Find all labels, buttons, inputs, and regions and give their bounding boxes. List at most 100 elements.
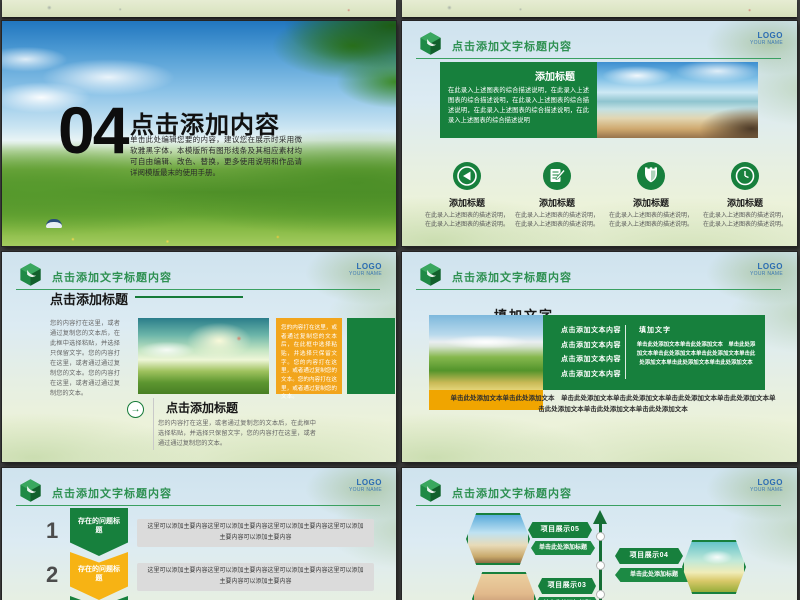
row-number: 2 [46, 562, 58, 588]
logo: LOGO YOUR NAME [750, 479, 783, 493]
list-item: 点击添加文本内容 [561, 368, 621, 383]
column-desc: 在此录入上述图表的描述说明，在此录入上述图表的描述说明。 [513, 212, 601, 230]
column-desc: 在此录入上述图表的描述说明，在此录入上述图表的描述说明。 [701, 212, 789, 230]
slide-thumbnail-section-04[interactable]: 04 点击添加内容 单击此处编辑您要的内容，建议您在展示时采用微软雅黑字体，本模… [2, 21, 396, 246]
cube-logo-icon [17, 261, 44, 288]
header-title: 点击添加文字标题内容 [452, 269, 572, 285]
timeline-item-label: 项目展示05 [528, 522, 592, 538]
column-title: 添加标题 [513, 196, 601, 209]
green-accent-box [347, 318, 395, 394]
row-text-bar: 这里可以添加主要内容这里可以添加主要内容这里可以添加主要内容这里可以添加主要内容… [137, 519, 374, 547]
logo-subtext: YOUR NAME [750, 488, 783, 494]
hexagon-photo-beach [466, 513, 530, 565]
icon-column-3: 添加标题 在此录入上述图表的描述说明，在此录入上述图表的描述说明。 [607, 161, 695, 230]
logo-text: LOGO [750, 32, 783, 41]
timeline-arrowhead-icon [593, 510, 607, 524]
cube-logo-icon [417, 477, 444, 504]
bottom-paragraph: 单击此处添加文本单击此处添加文本 单击此处添加文本单击此处添加文本单击此处添加文… [450, 394, 776, 415]
column-title: 添加标题 [423, 196, 511, 209]
slide-thumbnail-text-photo[interactable]: 点击添加文字标题内容 LOGO YOUR NAME 点击添加标题 您的内容打在这… [2, 252, 396, 462]
section-body-text: 单击此处编辑您要的内容，建议您在展示时采用微软雅黑字体，本模版所有图形线条及其相… [130, 135, 302, 179]
header-title: 点击添加文字标题内容 [52, 269, 172, 285]
orange-text-box: 您的内容打在这里，或者通过复制您的文本后，在此框中选择粘贴，并选择只保留文字。您… [276, 318, 342, 394]
prev-slide-bottom-right[interactable] [402, 0, 797, 17]
timeline-node [596, 532, 605, 541]
timeline-node [596, 561, 605, 570]
edit-icon [542, 161, 572, 191]
hexagon-photo-bridge [472, 572, 536, 600]
header-title: 点击添加文字标题内容 [452, 485, 572, 501]
icon-column-1: 添加标题 在此录入上述图表的描述说明，在此录入上述图表的描述说明。 [423, 161, 511, 230]
panel-title: 添加标题 [448, 68, 589, 83]
clock-icon [730, 161, 760, 191]
slide-thumbnail-green-panel[interactable]: 点击添加文字标题内容 LOGO YOUR NAME 填加文字 点击添加文本内容 … [402, 252, 797, 462]
logo-text: LOGO [750, 479, 783, 488]
logo-subtext: YOUR NAME [750, 272, 783, 278]
shield-icon [636, 161, 666, 191]
logo-subtext: YOUR NAME [750, 41, 783, 47]
list-item: 点击添加文本内容 [561, 339, 621, 354]
logo-text: LOGO [349, 263, 382, 272]
arrow-circle-icon: → [127, 401, 144, 418]
timeline-node [596, 590, 605, 599]
column-desc: 在此录入上述图表的描述说明，在此录入上述图表的描述说明。 [423, 212, 511, 230]
column-desc: 在此录入上述图表的描述说明，在此录入上述图表的描述说明。 [607, 212, 695, 230]
header-underline [416, 505, 781, 506]
slide-grid: 04 点击添加内容 单击此处编辑您要的内容，建议您在展示时采用微软雅黑字体，本模… [0, 0, 800, 600]
cube-logo-icon [417, 261, 444, 288]
balloon-field-photo [138, 318, 269, 394]
logo-text: LOGO [750, 263, 783, 272]
content-heading: 点击添加标题 [50, 289, 128, 308]
yurt-graphic [46, 219, 62, 228]
cube-logo-icon [17, 477, 44, 504]
panel-body: 在此录入上述图表的综合描述说明，在此录入上述图表的综合描述说明，在此录入上述图表… [448, 86, 589, 126]
column-title: 添加标题 [607, 196, 695, 209]
logo-subtext: YOUR NAME [349, 488, 382, 494]
header-underline [416, 58, 781, 59]
beach-photo [597, 62, 758, 138]
header-title: 点击添加文字标题内容 [452, 38, 572, 54]
column-title: 添加标题 [701, 196, 789, 209]
logo: LOGO YOUR NAME [750, 32, 783, 46]
row-text-bar: 这里可以添加主要内容这里可以添加主要内容这里可以添加主要内容这里可以添加主要内容… [137, 563, 374, 591]
timeline-item-label: 项目展示03 [538, 578, 596, 594]
icon-column-2: 添加标题 在此录入上述图表的描述说明，在此录入上述图表的描述说明。 [513, 161, 601, 230]
panel-divider [625, 325, 626, 379]
yellow-chevron-banner: 存在的问题标题 [70, 552, 128, 600]
bottom-heading: 点击添加标题 [166, 399, 238, 416]
logo-subtext: YOUR NAME [349, 272, 382, 278]
hexagon-photo-sky [682, 540, 746, 594]
timeline-item-subtitle: 单击此处添加标题 [531, 541, 595, 555]
slide-thumbnail-problem-list[interactable]: 点击添加文字标题内容 LOGO YOUR NAME 1 存在的问题标题 这里可以… [2, 468, 396, 600]
header-underline [16, 505, 380, 506]
vertical-divider [153, 398, 154, 450]
bottom-paragraph: 您的内容打在这里，或者通过复制您的文本后，在此框中选择粘贴，并选择只保留文字，您… [158, 419, 316, 449]
icon-column-4: 添加标题 在此录入上述图表的描述说明，在此录入上述图表的描述说明。 [701, 161, 789, 230]
section-number: 04 [58, 97, 127, 163]
timeline-item-label: 项目展示04 [615, 548, 683, 564]
bullet-list: 点击添加文本内容 点击添加文本内容 点击添加文本内容 点击添加文本内容 [561, 324, 621, 382]
list-item: 点击添加文本内容 [561, 353, 621, 368]
green-description-panel: 添加标题 在此录入上述图表的综合描述说明，在此录入上述图表的综合描述说明，在此录… [440, 62, 597, 138]
panel-paragraph: 单击此处添加文本单击此处添加文本 单击此处添加文本单击此处添加文本单击此处添加文… [635, 341, 757, 369]
left-paragraph: 您的内容打在这里，或者通过复制您的文本后，在此框中选择粘贴，并选择只保留文字。您… [50, 319, 120, 399]
cube-logo-icon [417, 30, 444, 57]
heading-rule [135, 296, 243, 298]
header-title: 点击添加文字标题内容 [52, 485, 172, 501]
slide-thumbnail-project-timeline[interactable]: 点击添加文字标题内容 LOGO YOUR NAME 项目展示05 单击此处添加标… [402, 468, 797, 600]
prev-slide-bottom-left[interactable] [2, 0, 396, 17]
logo-text: LOGO [349, 479, 382, 488]
play-icon [452, 161, 482, 191]
logo: LOGO YOUR NAME [349, 479, 382, 493]
list-item: 点击添加文本内容 [561, 324, 621, 339]
logo: LOGO YOUR NAME [349, 263, 382, 277]
green-content-panel: 点击添加文本内容 点击添加文本内容 点击添加文本内容 点击添加文本内容 填加文字… [543, 315, 765, 390]
green-chevron-banner: 存在的问题标题 [70, 508, 128, 556]
panel-heading: 填加文字 [639, 325, 671, 335]
logo: LOGO YOUR NAME [750, 263, 783, 277]
chevron-label: 存在的问题标题 [75, 508, 123, 536]
row-number: 1 [46, 518, 58, 544]
field-mountain-photo [429, 315, 543, 390]
slide-thumbnail-icon-columns[interactable]: 点击添加文字标题内容 LOGO YOUR NAME 添加标题 在此录入上述图表的… [402, 21, 797, 246]
chevron-label: 存在的问题标题 [75, 552, 123, 584]
